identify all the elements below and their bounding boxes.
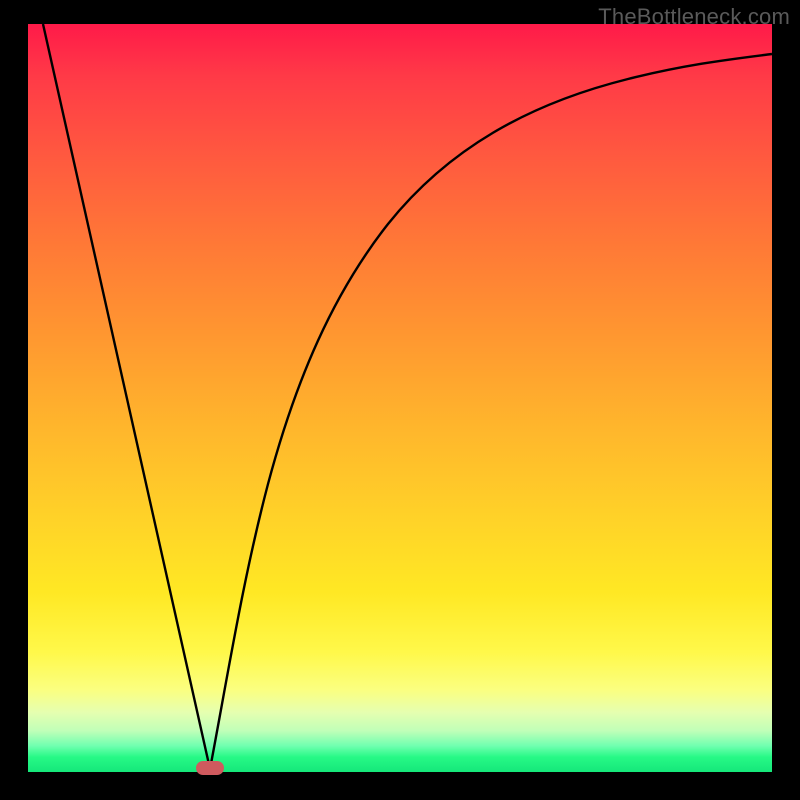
chart-frame: [28, 24, 772, 772]
curve-left-branch: [43, 24, 210, 769]
curve-right-branch: [210, 54, 772, 769]
watermark-text: TheBottleneck.com: [598, 4, 790, 30]
curve-layer: [28, 24, 772, 772]
optimum-marker: [196, 761, 224, 775]
